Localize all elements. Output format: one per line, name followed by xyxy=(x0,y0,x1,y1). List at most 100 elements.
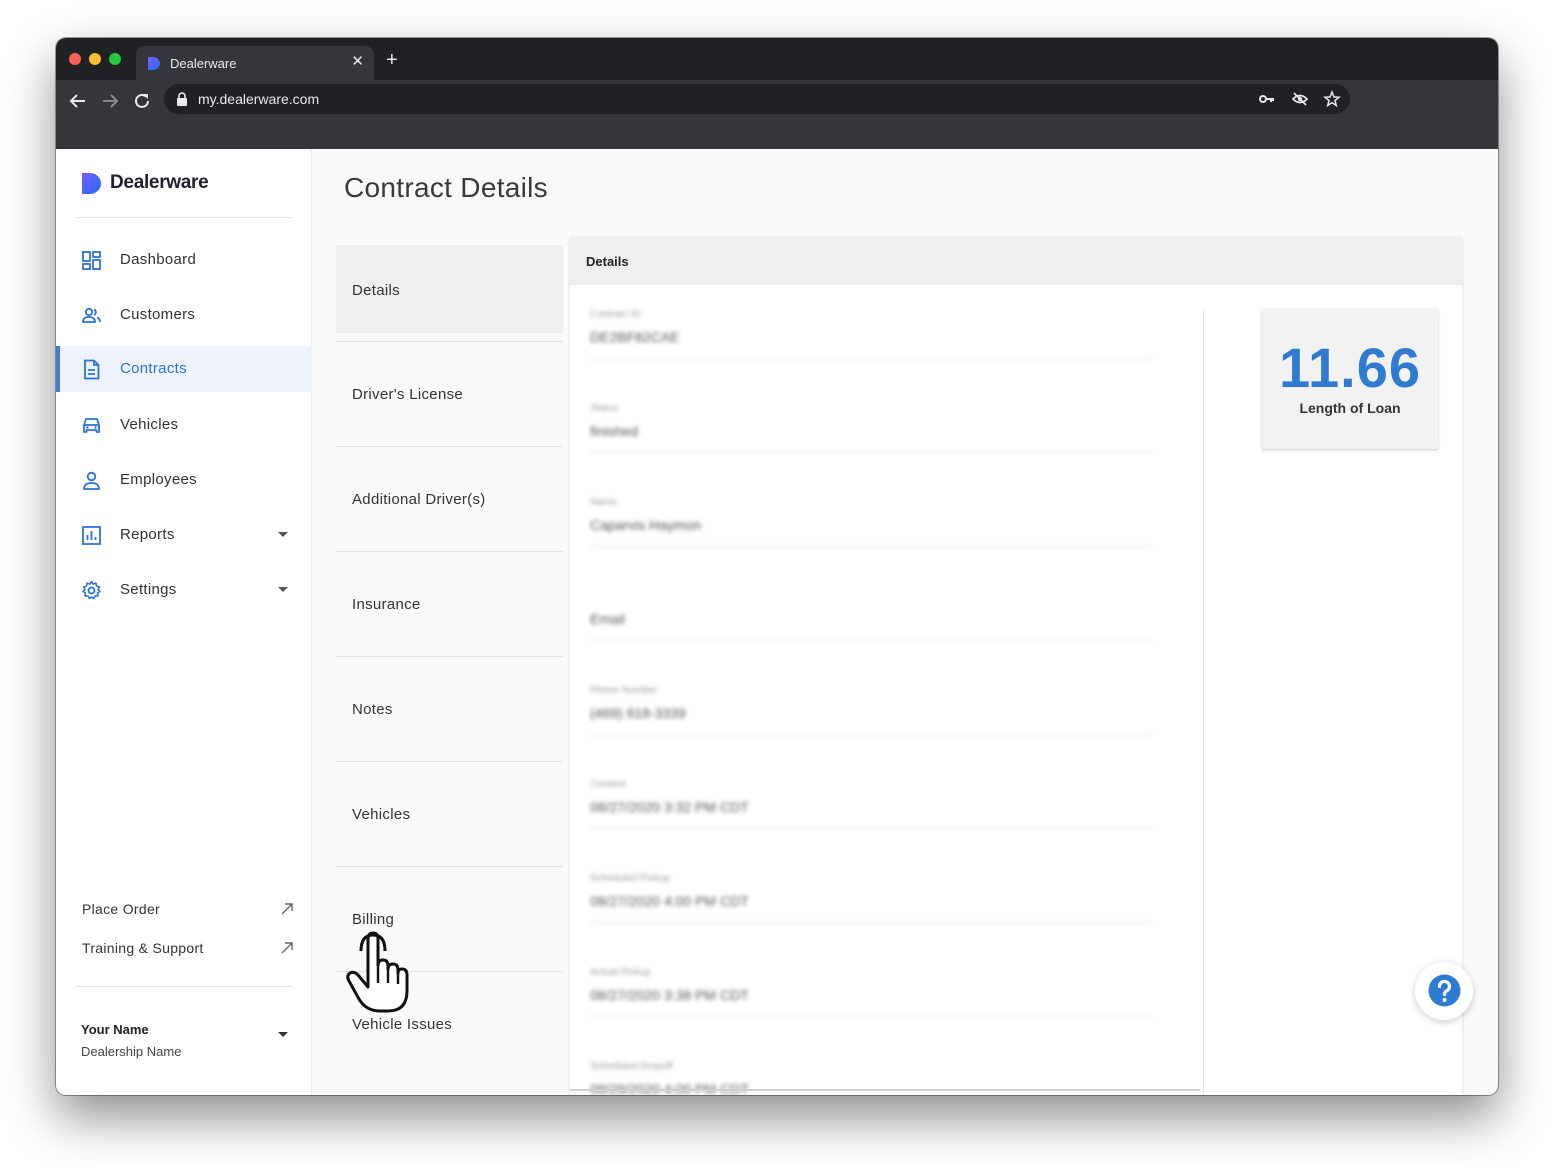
key-icon[interactable] xyxy=(1258,90,1276,108)
field-label: Scheduled Pickup xyxy=(590,873,671,884)
sidebar: Dealerware Dashboard Customers Contracts… xyxy=(56,149,312,1095)
contract-id-field[interactable]: Contract ID DE2BF82CAE xyxy=(590,309,1152,359)
field-value: finished xyxy=(590,423,639,439)
eye-off-icon[interactable] xyxy=(1291,90,1309,108)
field-value: 08/27/2020 3:38 PM CDT xyxy=(590,987,749,1003)
sidebar-item-customers[interactable]: Customers xyxy=(56,292,312,338)
subnav-label: Driver's License xyxy=(352,386,464,403)
subnav-label: Notes xyxy=(352,701,393,718)
link-label: Training & Support xyxy=(82,940,204,956)
contracts-icon xyxy=(84,359,100,380)
subnav-additional-drivers[interactable]: Additional Driver(s) xyxy=(336,447,563,552)
customers-icon xyxy=(82,307,101,323)
subnav-separator xyxy=(336,245,563,342)
length-of-loan-value: 11.66 xyxy=(1278,336,1422,399)
tab-title: Dealerware xyxy=(170,56,237,71)
dashboard-icon xyxy=(82,251,101,270)
status-field[interactable]: Status finished xyxy=(590,403,1152,453)
sidebar-item-dashboard[interactable]: Dashboard xyxy=(56,237,312,283)
maximize-window-button[interactable] xyxy=(109,53,121,65)
sidebar-item-label: Customers xyxy=(120,306,196,323)
field-value: 08/27/2020 3:32 PM CDT xyxy=(590,799,749,815)
minimize-window-button[interactable] xyxy=(89,53,101,65)
sidebar-item-label: Employees xyxy=(120,471,197,488)
field-label: Created xyxy=(590,779,626,790)
dealership-name: Dealership Name xyxy=(81,1044,182,1059)
browser-window: Dealerware ✕ + my.dealerware.com Dealerw… xyxy=(56,38,1498,1095)
external-link-arrow-icon xyxy=(281,942,293,954)
subnav-label: Additional Driver(s) xyxy=(352,491,486,508)
sidebar-item-reports[interactable]: Reports xyxy=(56,512,312,558)
brand-logo[interactable]: Dealerware xyxy=(81,172,209,194)
chevron-down-icon[interactable] xyxy=(278,587,288,592)
email-field[interactable]: Email xyxy=(590,591,1152,641)
scroll-edge-divider xyxy=(570,1089,1200,1091)
place-order-link[interactable]: Place Order xyxy=(82,899,294,921)
sidebar-item-vehicles[interactable]: Vehicles xyxy=(56,402,312,448)
details-card-header: Details xyxy=(570,237,1462,285)
sidebar-item-label: Settings xyxy=(120,581,177,598)
close-window-button[interactable] xyxy=(69,53,81,65)
scheduled-pickup-field[interactable]: Scheduled Pickup 08/27/2020 4:00 PM CDT xyxy=(590,873,1152,923)
length-of-loan-label: Length of Loan xyxy=(1299,400,1401,416)
field-value: 08/27/2020 4:00 PM CDT xyxy=(590,893,749,909)
details-card: Details Contract ID DE2BF82CAE Status fi… xyxy=(570,237,1462,1095)
dealerware-favicon-icon xyxy=(148,57,160,70)
sidebar-item-label: Contracts xyxy=(120,360,187,377)
subnav-drivers-license[interactable]: Driver's License xyxy=(336,342,563,447)
browser-tab[interactable]: Dealerware ✕ xyxy=(136,46,374,80)
help-button[interactable] xyxy=(1415,962,1473,1020)
sidebar-item-contracts[interactable]: Contracts xyxy=(56,346,312,392)
phone-number-field[interactable]: Phone Number (469) 818-3339 xyxy=(590,685,1152,735)
sidebar-item-label: Vehicles xyxy=(120,416,179,433)
chevron-down-icon[interactable] xyxy=(278,532,288,537)
user-name[interactable]: Your Name xyxy=(81,1022,149,1037)
created-field[interactable]: Created 08/27/2020 3:32 PM CDT xyxy=(590,779,1152,829)
subnav-notes[interactable]: Notes xyxy=(336,657,563,762)
hand-pointer-cursor-icon xyxy=(346,931,409,1013)
actual-pickup-field[interactable]: Actual Pickup 08/27/2020 3:38 PM CDT xyxy=(590,967,1152,1017)
column-divider xyxy=(1203,309,1204,1095)
subnav-insurance[interactable]: Insurance xyxy=(336,552,563,657)
user-menu-chevron-icon[interactable] xyxy=(278,1032,288,1037)
field-value: DE2BF82CAE xyxy=(590,329,680,345)
field-value: (469) 818-3339 xyxy=(590,705,686,721)
field-label: Contract ID xyxy=(590,309,641,320)
field-value: Caparvis Haymon xyxy=(590,517,702,533)
tab-close-icon[interactable]: ✕ xyxy=(351,54,364,70)
field-label: Phone Number xyxy=(590,685,658,696)
browser-tab-bar: Dealerware ✕ + xyxy=(56,38,1498,80)
divider xyxy=(76,986,292,987)
reports-icon xyxy=(82,526,101,545)
training-support-link[interactable]: Training & Support xyxy=(82,938,294,960)
divider xyxy=(76,217,292,218)
link-label: Place Order xyxy=(82,901,160,917)
sidebar-item-settings[interactable]: Settings xyxy=(56,567,312,613)
subnav-label: Insurance xyxy=(352,596,421,613)
length-of-loan-card: 11.66 Length of Loan xyxy=(1262,309,1438,449)
employee-icon xyxy=(83,471,100,490)
forward-arrow-icon[interactable] xyxy=(99,90,121,112)
reload-icon[interactable] xyxy=(131,90,153,112)
browser-toolbar: my.dealerware.com xyxy=(56,80,1498,149)
new-tab-icon[interactable]: + xyxy=(386,50,398,70)
name-field[interactable]: Name Caparvis Haymon xyxy=(590,497,1152,547)
subnav-vehicles[interactable]: Vehicles xyxy=(336,762,563,867)
field-label: Actual Pickup xyxy=(590,967,651,978)
subnav-label: Vehicle Issues xyxy=(352,1016,453,1033)
sidebar-item-employees[interactable]: Employees xyxy=(56,457,312,503)
field-value: 08/29/2020 4:00 PM CDT xyxy=(590,1081,749,1095)
subnav-label: Billing xyxy=(352,911,395,928)
sidebar-item-label: Reports xyxy=(120,526,175,543)
subnav-label: Vehicles xyxy=(352,806,411,823)
dealerware-logo-icon xyxy=(82,173,101,194)
star-icon[interactable] xyxy=(1323,90,1341,108)
external-link-arrow-icon xyxy=(281,903,293,915)
vehicle-icon xyxy=(83,418,100,433)
field-label: Scheduled Dropoff xyxy=(590,1061,673,1072)
details-card-title: Details xyxy=(586,254,629,269)
back-arrow-icon[interactable] xyxy=(67,90,89,112)
lock-icon xyxy=(177,92,187,106)
settings-icon xyxy=(82,580,101,600)
address-bar[interactable]: my.dealerware.com xyxy=(164,84,1350,114)
